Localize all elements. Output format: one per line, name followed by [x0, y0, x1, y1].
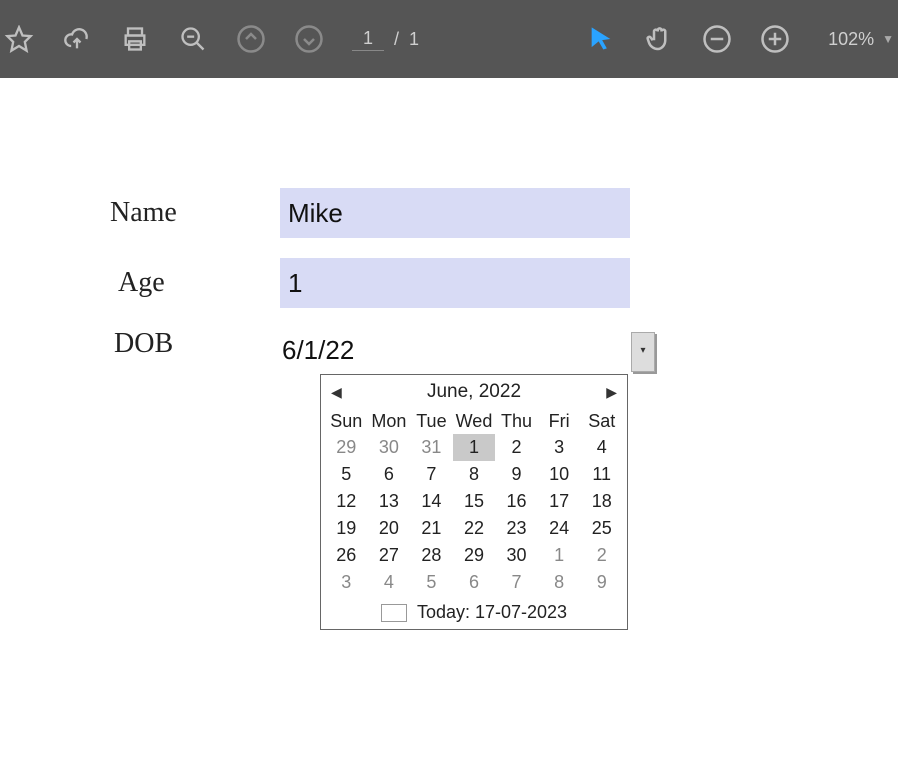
dow-header: Sat	[580, 409, 623, 434]
date-picker: ◀ June, 2022 ▶ SunMonTueWedThuFriSat2930…	[320, 374, 628, 630]
calendar-day[interactable]: 17	[538, 488, 581, 515]
page-total: 1	[409, 29, 419, 50]
calendar-day[interactable]: 3	[325, 569, 368, 596]
dow-header: Tue	[410, 409, 453, 434]
calendar-title: June, 2022	[427, 381, 521, 403]
arrow-up-icon[interactable]	[236, 24, 266, 54]
zoom-out-icon[interactable]	[702, 24, 732, 54]
star-icon[interactable]	[4, 24, 34, 54]
calendar-day[interactable]: 28	[410, 542, 453, 569]
calendar-day[interactable]: 29	[325, 434, 368, 461]
dob-dropdown-button[interactable]: ▾	[631, 332, 655, 372]
calendar-day[interactable]: 9	[495, 461, 538, 488]
dow-header: Thu	[495, 409, 538, 434]
age-input[interactable]	[280, 258, 630, 308]
page-separator: /	[394, 29, 399, 50]
zoom-dropdown[interactable]: 102% ▼	[828, 29, 894, 50]
calendar-day[interactable]: 3	[538, 434, 581, 461]
calendar-day[interactable]: 1	[453, 434, 496, 461]
calendar-day[interactable]: 4	[580, 434, 623, 461]
calendar-footer[interactable]: Today: 17-07-2023	[321, 598, 627, 629]
calendar-day[interactable]: 31	[410, 434, 453, 461]
chevron-down-icon: ▼	[882, 32, 894, 46]
prev-month-button[interactable]: ◀	[331, 384, 342, 401]
calendar-day[interactable]: 30	[495, 542, 538, 569]
calendar-day[interactable]: 18	[580, 488, 623, 515]
calendar-grid: SunMonTueWedThuFriSat2930311234567891011…	[321, 409, 627, 598]
calendar-day[interactable]: 15	[453, 488, 496, 515]
calendar-day[interactable]: 20	[368, 515, 411, 542]
calendar-day[interactable]: 8	[538, 569, 581, 596]
calendar-day[interactable]: 14	[410, 488, 453, 515]
dob-label: DOB	[110, 328, 280, 360]
calendar-day[interactable]: 10	[538, 461, 581, 488]
calendar-day[interactable]: 2	[580, 542, 623, 569]
page-indicator: / 1	[352, 27, 419, 51]
calendar-day[interactable]: 8	[453, 461, 496, 488]
print-icon[interactable]	[120, 24, 150, 54]
calendar-day[interactable]: 5	[410, 569, 453, 596]
cloud-upload-icon[interactable]	[62, 24, 92, 54]
calendar-day[interactable]: 5	[325, 461, 368, 488]
dow-header: Wed	[453, 409, 496, 434]
calendar-day[interactable]: 6	[368, 461, 411, 488]
calendar-day[interactable]: 7	[410, 461, 453, 488]
dow-header: Mon	[368, 409, 411, 434]
dob-row: DOB ▾	[110, 328, 898, 372]
calendar-day[interactable]: 29	[453, 542, 496, 569]
cursor-icon[interactable]	[586, 24, 616, 54]
zoom-in-icon[interactable]	[760, 24, 790, 54]
arrow-down-icon[interactable]	[294, 24, 324, 54]
calendar-day[interactable]: 9	[580, 569, 623, 596]
zoom-value: 102%	[828, 29, 874, 50]
today-box-icon	[381, 604, 407, 622]
age-row: Age	[110, 258, 898, 308]
calendar-day[interactable]: 30	[368, 434, 411, 461]
calendar-day[interactable]: 12	[325, 488, 368, 515]
calendar-day[interactable]: 27	[368, 542, 411, 569]
today-label: Today: 17-07-2023	[417, 602, 567, 623]
page-current-input[interactable]	[352, 27, 384, 51]
calendar-day[interactable]: 22	[453, 515, 496, 542]
calendar-day[interactable]: 2	[495, 434, 538, 461]
calendar-day[interactable]: 6	[453, 569, 496, 596]
dob-input[interactable]	[280, 328, 630, 372]
dow-header: Sun	[325, 409, 368, 434]
calendar-day[interactable]: 7	[495, 569, 538, 596]
calendar-day[interactable]: 11	[580, 461, 623, 488]
dow-header: Fri	[538, 409, 581, 434]
calendar-day[interactable]: 13	[368, 488, 411, 515]
calendar-day[interactable]: 23	[495, 515, 538, 542]
calendar-day[interactable]: 25	[580, 515, 623, 542]
calendar-header: ◀ June, 2022 ▶	[321, 375, 627, 409]
search-icon[interactable]	[178, 24, 208, 54]
name-label: Name	[110, 197, 280, 229]
age-label: Age	[110, 267, 280, 299]
calendar-day[interactable]: 4	[368, 569, 411, 596]
calendar-day[interactable]: 21	[410, 515, 453, 542]
next-month-button[interactable]: ▶	[606, 384, 617, 401]
name-row: Name	[110, 188, 898, 238]
calendar-day[interactable]: 1	[538, 542, 581, 569]
calendar-day[interactable]: 16	[495, 488, 538, 515]
calendar-day[interactable]: 19	[325, 515, 368, 542]
name-input[interactable]	[280, 188, 630, 238]
calendar-day[interactable]: 26	[325, 542, 368, 569]
hand-icon[interactable]	[644, 24, 674, 54]
calendar-day[interactable]: 24	[538, 515, 581, 542]
toolbar: / 1 102% ▼	[0, 0, 898, 78]
page-content: Name Age DOB ▾ ◀ June, 2022 ▶ SunMonTueW…	[0, 78, 898, 372]
